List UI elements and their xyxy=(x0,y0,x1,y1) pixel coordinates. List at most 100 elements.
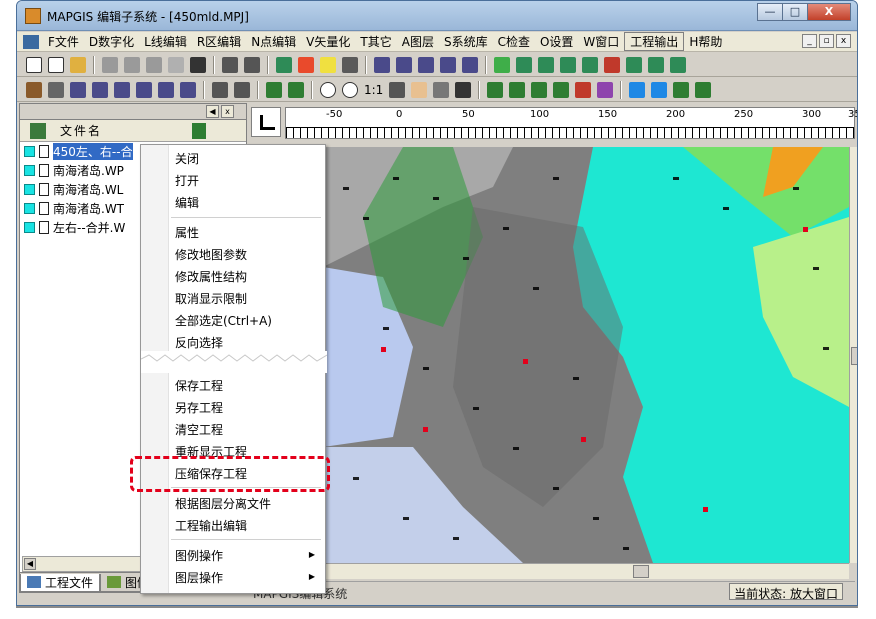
map-canvas[interactable] xyxy=(323,147,849,563)
grid-icon[interactable] xyxy=(234,81,250,98)
new-doc-icon[interactable] xyxy=(48,56,64,73)
menu-item-invert-selection[interactable]: 反向选择 xyxy=(175,334,223,351)
file-name-column[interactable]: 文件名 xyxy=(60,122,102,139)
panel-close-icon[interactable]: x xyxy=(221,105,234,118)
menu-digitize[interactable]: D数字化 xyxy=(84,33,139,50)
close-button[interactable]: X xyxy=(807,3,851,21)
menu-other[interactable]: T其它 xyxy=(355,33,396,50)
arrow-top-icon[interactable] xyxy=(673,81,690,98)
menu-item-edit[interactable]: 编辑 xyxy=(175,194,199,211)
point-select-icon[interactable] xyxy=(342,56,358,73)
menu-item-select-all[interactable]: 全部选定(Ctrl+A) xyxy=(175,312,272,329)
file-visible-checkbox[interactable] xyxy=(24,165,35,176)
zoom-ratio-button[interactable]: 1:1 xyxy=(364,83,383,97)
tool-b-icon[interactable] xyxy=(509,81,526,98)
new-file-icon[interactable] xyxy=(26,56,42,73)
vertical-scroll-thumb[interactable] xyxy=(851,347,857,365)
ruler-corner-icon[interactable] xyxy=(251,107,281,137)
zoom-out-icon[interactable] xyxy=(342,81,358,98)
minimize-button[interactable]: — xyxy=(757,3,783,21)
move-point-icon[interactable] xyxy=(440,56,456,73)
dropdown-arrow-icon[interactable] xyxy=(48,81,64,98)
menu-item-cancel-limit[interactable]: 取消显示限制 xyxy=(175,290,247,307)
menu-item-save-project[interactable]: 保存工程 xyxy=(175,377,223,394)
file-visible-checkbox[interactable] xyxy=(24,222,35,233)
menu-item-split-by-layer[interactable]: 根据图层分离文件 xyxy=(175,495,271,512)
line-move-icon[interactable] xyxy=(136,81,152,98)
menu-settings[interactable]: O设置 xyxy=(535,33,578,50)
tool-c-icon[interactable] xyxy=(531,81,548,98)
menu-item-save-project-as[interactable]: 另存工程 xyxy=(175,399,223,416)
print-preview-icon[interactable] xyxy=(222,56,238,73)
save-point-icon[interactable] xyxy=(102,56,118,73)
line-paste-icon[interactable] xyxy=(114,81,130,98)
print-icon[interactable] xyxy=(244,56,260,73)
menu-item-attr-structure[interactable]: 修改属性结构 xyxy=(175,268,247,285)
context-help-icon[interactable] xyxy=(190,56,206,73)
file-visible-checkbox[interactable] xyxy=(24,146,35,157)
line-input-icon[interactable] xyxy=(26,81,42,98)
menu-area-edit[interactable]: R区编辑 xyxy=(192,33,246,50)
tool-e-icon[interactable] xyxy=(575,81,592,98)
area-split-icon[interactable] xyxy=(560,56,576,73)
arrow-bottom-icon[interactable] xyxy=(695,81,712,98)
map-vertical-scrollbar[interactable] xyxy=(849,147,857,563)
menu-item-legend-ops[interactable]: 图例操作 xyxy=(175,547,223,564)
area-edit-icon[interactable] xyxy=(604,56,620,73)
zoom-in-icon[interactable] xyxy=(320,81,336,98)
menu-file[interactable]: F文件 xyxy=(43,33,84,50)
copy-point-icon[interactable] xyxy=(396,56,412,73)
menu-vectorize[interactable]: V矢量化 xyxy=(301,33,355,50)
line-cut-icon[interactable] xyxy=(70,81,86,98)
file-visible-checkbox[interactable] xyxy=(24,203,35,214)
open-folder-icon[interactable] xyxy=(70,56,86,73)
arrow-down-icon[interactable] xyxy=(651,81,668,98)
menu-point-edit[interactable]: N点编辑 xyxy=(246,33,301,50)
area-merge-icon[interactable] xyxy=(538,56,554,73)
line-edit-icon[interactable] xyxy=(158,81,174,98)
mdi-close-button[interactable]: x xyxy=(836,34,851,48)
scroll-left-arrow-icon[interactable]: ◀ xyxy=(24,558,36,570)
line-copy-icon[interactable] xyxy=(92,81,108,98)
trace-icon[interactable] xyxy=(288,81,304,98)
area-line-icon[interactable] xyxy=(582,56,598,73)
annotation-icon[interactable] xyxy=(320,56,336,73)
panel-scroll-left-icon[interactable]: ◀ xyxy=(206,105,219,118)
mdi-minimize-button[interactable]: _ xyxy=(802,34,817,48)
menu-item-properties[interactable]: 属性 xyxy=(175,224,199,241)
menu-system-library[interactable]: S系统库 xyxy=(439,33,493,50)
area-brush-icon[interactable] xyxy=(670,56,686,73)
cut-point-icon[interactable] xyxy=(374,56,390,73)
menu-window[interactable]: W窗口 xyxy=(578,33,624,50)
save-area-icon[interactable] xyxy=(146,56,162,73)
point-input-icon[interactable] xyxy=(276,56,292,73)
menu-item-output-edit[interactable]: 工程输出编辑 xyxy=(175,517,247,534)
paste-point-icon[interactable] xyxy=(418,56,434,73)
app-menu-icon[interactable] xyxy=(23,34,39,49)
horizontal-scroll-thumb[interactable] xyxy=(633,565,649,578)
menu-item-layer-ops[interactable]: 图层操作 xyxy=(175,569,223,586)
menu-item-clear-project[interactable]: 清空工程 xyxy=(175,421,223,438)
menu-check[interactable]: C检查 xyxy=(493,33,535,50)
point-text-icon[interactable] xyxy=(298,56,314,73)
file-visible-checkbox[interactable] xyxy=(24,184,35,195)
pan-hand-icon[interactable] xyxy=(411,81,428,98)
area-pattern-icon[interactable] xyxy=(648,56,664,73)
menu-item-open[interactable]: 打开 xyxy=(175,172,199,189)
menu-help[interactable]: H帮助 xyxy=(684,33,727,50)
vectorize-icon[interactable] xyxy=(266,81,282,98)
zoom-window-icon[interactable] xyxy=(389,81,406,98)
maximize-button[interactable]: □ xyxy=(782,3,808,21)
snap-icon[interactable] xyxy=(212,81,228,98)
tool-f-icon[interactable] xyxy=(597,81,614,98)
area-cut-icon[interactable] xyxy=(516,56,532,73)
tool-d-icon[interactable] xyxy=(553,81,570,98)
edit-point-icon[interactable] xyxy=(462,56,478,73)
area-fill-icon[interactable] xyxy=(626,56,642,73)
line-params-icon[interactable] xyxy=(180,81,196,98)
undo-icon[interactable] xyxy=(168,56,184,73)
menu-item-close[interactable]: 关闭 xyxy=(175,150,199,167)
display-icon[interactable] xyxy=(455,81,472,98)
menu-item-map-params[interactable]: 修改地图参数 xyxy=(175,246,247,263)
menu-project-output[interactable]: 工程输出 xyxy=(624,32,685,51)
